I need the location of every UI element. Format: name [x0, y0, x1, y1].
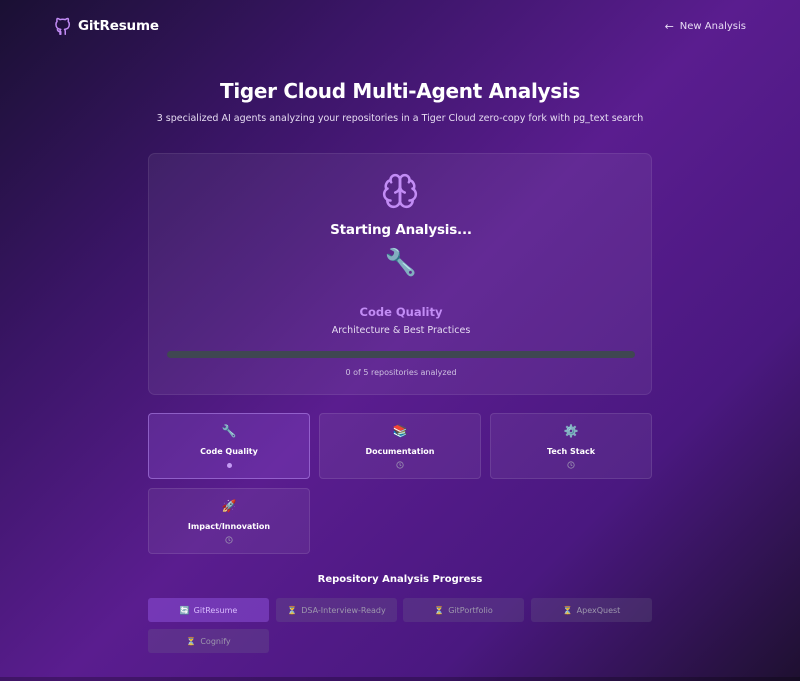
repo-name: GitResume: [193, 605, 238, 615]
agent-state: [149, 535, 309, 545]
header: GitResume ← New Analysis: [0, 0, 800, 56]
agent-card-code-quality[interactable]: 🔧 Code Quality: [148, 413, 310, 479]
agent-state: [491, 460, 651, 470]
current-agent-name: Code Quality: [359, 305, 443, 319]
brain-icon: [382, 173, 418, 209]
repo-chip-gitportfolio[interactable]: ⏳ GitPortfolio: [403, 598, 524, 622]
new-analysis-label: New Analysis: [679, 21, 746, 32]
refresh-icon: 🔄: [179, 605, 190, 615]
repo-name: GitPortfolio: [448, 605, 493, 615]
agent-card-impact-innovation[interactable]: 🚀 Impact/Innovation: [148, 488, 310, 554]
repo-chip-apexquest[interactable]: ⏳ ApexQuest: [531, 598, 652, 622]
analysis-status: Starting Analysis...: [330, 222, 472, 238]
current-agent-description: Architecture & Best Practices: [331, 325, 471, 336]
hourglass-icon: ⏳: [434, 605, 445, 615]
repo-name: DSA-Interview-Ready: [301, 605, 386, 615]
repo-chip-gitresume[interactable]: 🔄 GitResume: [148, 598, 269, 622]
arrow-left-icon: ←: [664, 20, 674, 33]
hourglass-icon: ⏳: [186, 636, 197, 646]
brand-name: GitResume: [78, 18, 159, 34]
new-analysis-button[interactable]: ← New Analysis: [665, 20, 746, 33]
bottom-edge: [0, 677, 800, 681]
clock-icon: [225, 536, 233, 544]
analysis-status-card: Starting Analysis... 🔧 Code Quality Arch…: [148, 153, 652, 395]
github-icon: [55, 17, 71, 35]
gear-icon: ⚙️: [563, 424, 579, 438]
agent-label: Tech Stack: [546, 447, 596, 456]
repo-chip-dsa-interview-ready[interactable]: ⏳ DSA-Interview-Ready: [276, 598, 397, 622]
clock-icon: [396, 461, 404, 469]
clock-icon: [567, 461, 575, 469]
agent-label: Documentation: [365, 447, 435, 456]
repo-chip-cognify[interactable]: ⏳ Cognify: [148, 629, 269, 653]
repo-name: Cognify: [200, 636, 231, 646]
page-subtitle: 3 specialized AI agents analyzing your r…: [156, 113, 644, 124]
hourglass-icon: ⏳: [287, 605, 298, 615]
agent-state: [320, 460, 480, 470]
repo-name: ApexQuest: [576, 605, 621, 615]
page-title: Tiger Cloud Multi-Agent Analysis: [220, 79, 580, 103]
wrench-icon: 🔧: [384, 248, 418, 278]
agent-card-documentation[interactable]: 📚 Documentation: [319, 413, 481, 479]
active-dot-icon: [226, 462, 232, 468]
agent-label: Code Quality: [200, 447, 258, 456]
wrench-icon: 🔧: [221, 424, 237, 438]
brand[interactable]: GitResume: [54, 16, 159, 36]
rocket-icon: 🚀: [221, 499, 237, 513]
agent-state: [149, 460, 309, 470]
progress-bar: [167, 351, 635, 358]
repo-progress-title: Repository Analysis Progress: [317, 574, 483, 585]
agent-card-tech-stack[interactable]: ⚙️ Tech Stack: [490, 413, 652, 479]
agent-label: Impact/Innovation: [187, 522, 271, 531]
progress-text: 0 of 5 repositories analyzed: [345, 368, 457, 377]
hourglass-icon: ⏳: [562, 605, 573, 615]
books-icon: 📚: [392, 424, 408, 438]
